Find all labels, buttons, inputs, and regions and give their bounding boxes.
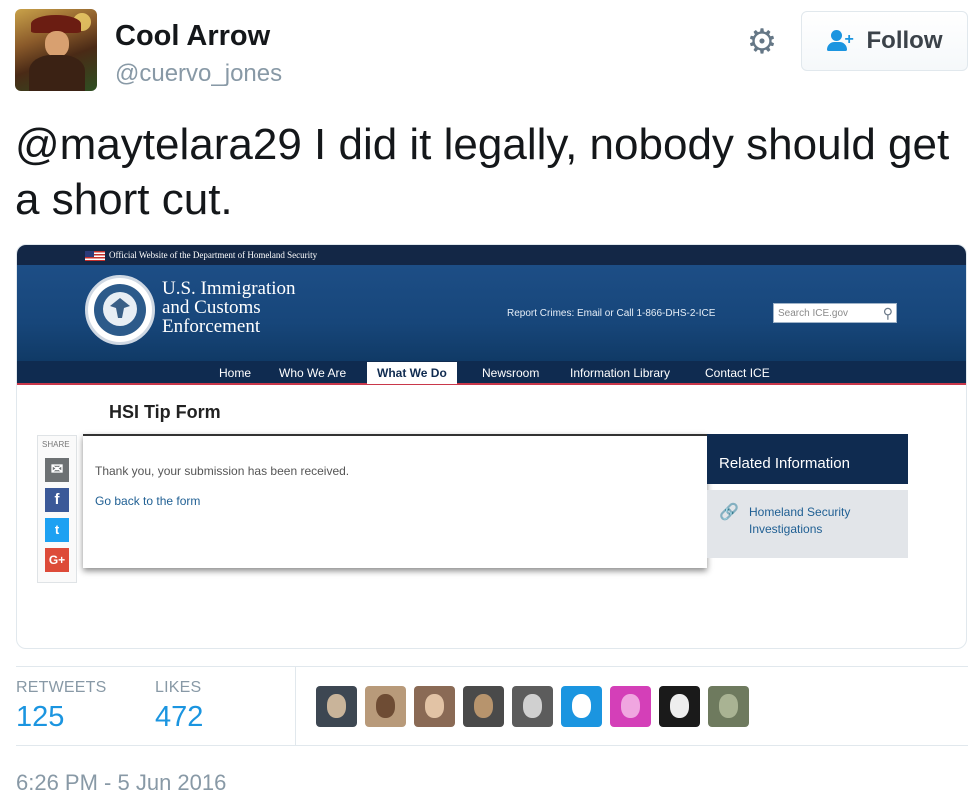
- user-handle[interactable]: @cuervo_jones: [115, 60, 282, 88]
- liker-avatar-face: [523, 694, 542, 718]
- liker-avatar-face: [376, 694, 395, 718]
- stats-vertical-divider: [295, 667, 296, 745]
- related-info-heading: Related Information: [707, 434, 908, 484]
- agency-title-line: and Customs: [162, 297, 261, 318]
- nav-item-information-library: Information Library: [570, 366, 671, 380]
- liker-avatar-face: [474, 694, 493, 718]
- nav-item-home: Home: [219, 366, 252, 380]
- dhs-banner-text: Official Website of the Department of Ho…: [109, 250, 318, 260]
- share-label: SHARE: [42, 440, 70, 449]
- liker-avatar-6[interactable]: [561, 686, 602, 727]
- follow-button[interactable]: + Follow: [801, 11, 968, 71]
- search-placeholder: Search ICE.gov: [778, 308, 849, 319]
- liker-avatar-8[interactable]: [659, 686, 700, 727]
- report-crimes-text: Report Crimes: Email or Call 1-866-DHS-2…: [507, 308, 716, 319]
- liker-avatar-face: [670, 694, 689, 718]
- confirmation-text: Thank you, your submission has been rece…: [95, 464, 350, 478]
- hsi-page-title: HSI Tip Form: [109, 402, 221, 422]
- avatar-body: [29, 55, 85, 91]
- agency-title-line: Enforcement: [162, 316, 261, 337]
- twitter-icon: t: [45, 518, 69, 542]
- agency-title: U.S. Immigration and Customs Enforcement: [162, 279, 296, 336]
- stats-divider-top: [16, 666, 968, 667]
- ice-search-input: Search ICE.gov ⚲: [773, 303, 897, 323]
- us-flag-icon: [85, 251, 105, 261]
- liker-avatar-face: [572, 694, 591, 718]
- nav-item-what-we-do: What We Do: [367, 362, 457, 384]
- link-icon: 🔗: [719, 504, 739, 521]
- agency-title-line: U.S. Immigration: [162, 278, 296, 299]
- liker-avatar-1[interactable]: [316, 686, 357, 727]
- ice-header: U.S. Immigration and Customs Enforcement…: [17, 265, 966, 361]
- dhs-banner: Official Website of the Department of Ho…: [17, 245, 966, 265]
- confirmation-box: Thank you, your submission has been rece…: [83, 434, 707, 568]
- liker-avatar-9[interactable]: [708, 686, 749, 727]
- liker-avatar-4[interactable]: [463, 686, 504, 727]
- go-back-link: Go back to the form: [95, 494, 201, 508]
- retweets-count[interactable]: 125: [16, 701, 64, 734]
- stats-divider-bottom: [16, 745, 968, 746]
- liker-avatar-3[interactable]: [414, 686, 455, 727]
- share-panel: SHARE ✉ f t G+: [37, 435, 77, 583]
- nav-item-newsroom: Newsroom: [482, 366, 540, 380]
- search-icon: ⚲: [882, 305, 893, 321]
- likes-label: LIKES: [155, 679, 202, 696]
- profile-avatar[interactable]: [15, 9, 97, 91]
- email-icon: ✉: [45, 458, 69, 482]
- liker-avatar-face: [621, 694, 640, 718]
- ice-nav-bar: Home Who We Are What We Do Newsroom Info…: [17, 361, 966, 385]
- follow-button-label: Follow: [866, 27, 943, 54]
- related-link: Homeland Security Investigations: [749, 505, 851, 536]
- google-plus-icon: G+: [45, 548, 69, 572]
- likes-count[interactable]: 472: [155, 701, 203, 734]
- tweet-text: @maytelara29 I did it legally, nobody sh…: [15, 120, 950, 224]
- follow-user-icon: +: [826, 29, 857, 53]
- tweet-timestamp[interactable]: 6:26 PM - 5 Jun 2016: [16, 770, 226, 796]
- facebook-icon: f: [45, 488, 69, 512]
- display-name[interactable]: Cool Arrow: [115, 20, 270, 53]
- liker-avatar-face: [719, 694, 738, 718]
- nav-item-contact-ice: Contact ICE: [705, 366, 770, 380]
- liker-avatars: [316, 686, 749, 728]
- tweet-media-card[interactable]: Official Website of the Department of Ho…: [16, 244, 967, 649]
- nav-item-who-we-are: Who We Are: [279, 366, 347, 380]
- liker-avatar-5[interactable]: [512, 686, 553, 727]
- related-info-panel: 🔗 Homeland Security Investigations: [707, 490, 908, 558]
- gear-icon[interactable]: ⚙: [744, 24, 780, 60]
- liker-avatar-face: [327, 694, 346, 718]
- liker-avatar-7[interactable]: [610, 686, 651, 727]
- retweets-label: RETWEETS: [16, 679, 107, 696]
- avatar-face: [45, 31, 69, 57]
- dhs-seal-icon: [85, 275, 155, 345]
- liker-avatar-2[interactable]: [365, 686, 406, 727]
- liker-avatar-face: [425, 694, 444, 718]
